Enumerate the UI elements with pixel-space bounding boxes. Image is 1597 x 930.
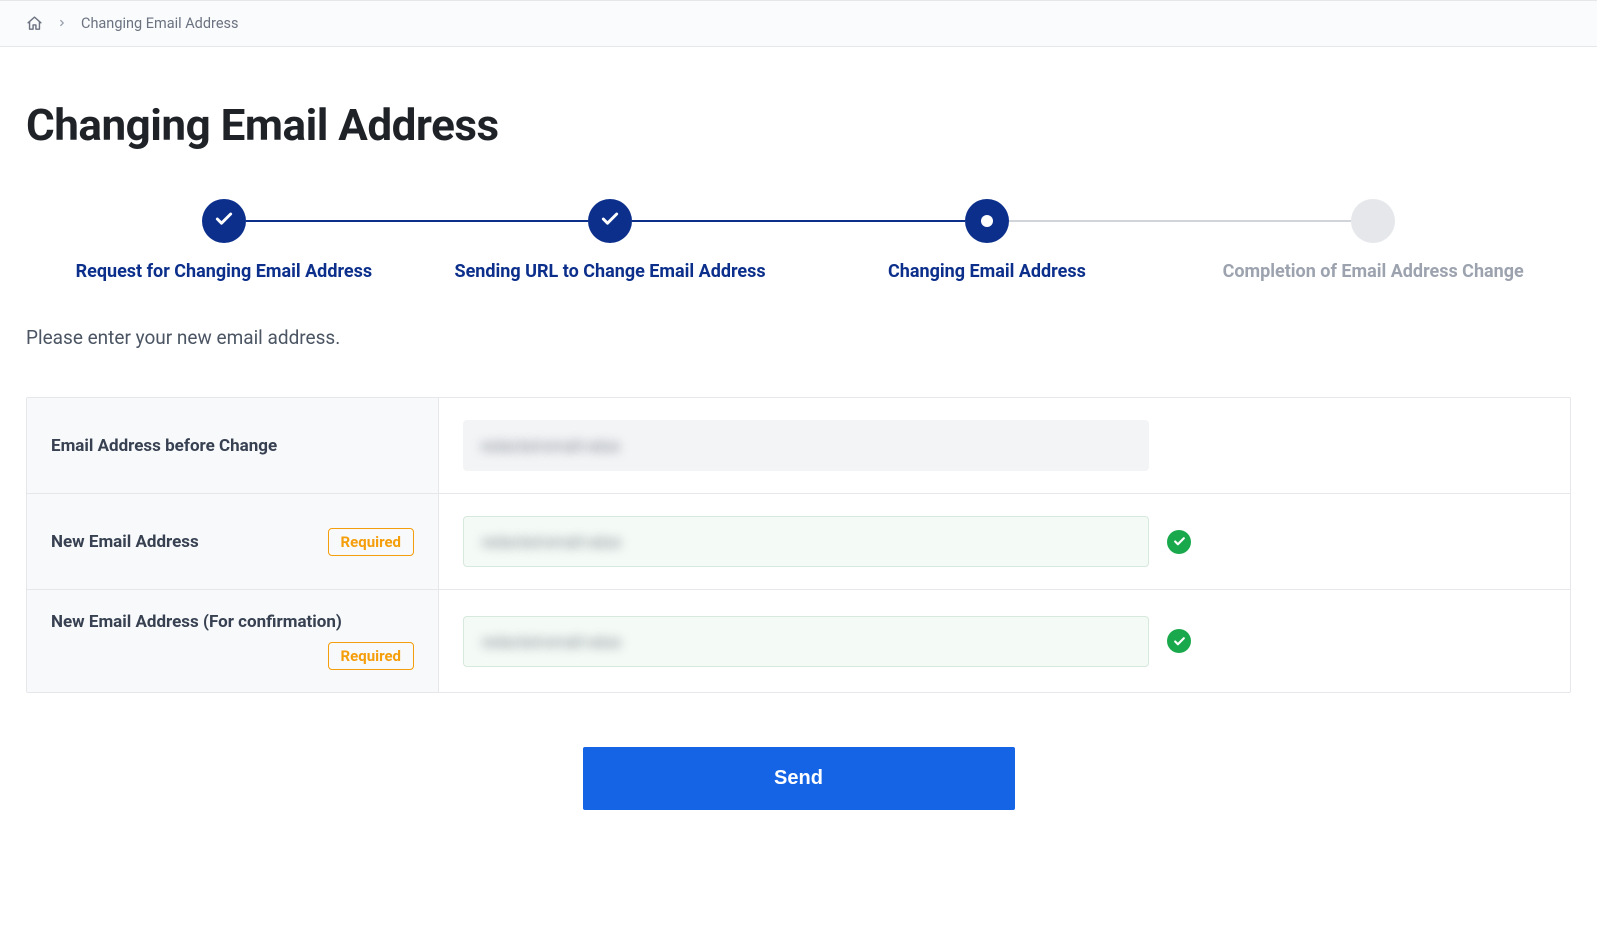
step-1: Request for Changing Email Address	[26, 199, 422, 282]
label-confirm-email: New Email Address (For confirmation)	[51, 612, 342, 632]
check-icon	[214, 209, 234, 233]
send-button[interactable]: Send	[583, 747, 1015, 810]
step-label: Request for Changing Email Address	[26, 261, 422, 282]
instruction-text: Please enter your new email address.	[26, 326, 1571, 349]
home-icon[interactable]	[26, 15, 43, 32]
chevron-right-icon	[57, 16, 67, 32]
label-email-before: Email Address before Change	[51, 436, 277, 456]
row-confirm-email: New Email Address (For confirmation) Req…	[27, 590, 1570, 692]
progress-stepper: Request for Changing Email Address Sendi…	[26, 199, 1571, 282]
step-2: Sending URL to Change Email Address	[422, 199, 799, 282]
required-badge: Required	[328, 642, 414, 670]
email-before-value: redacted-email-value	[463, 420, 1149, 471]
required-badge: Required	[328, 528, 414, 556]
step-bubble-current	[965, 199, 1009, 243]
row-new-email: New Email Address Required redacted-emai…	[27, 494, 1570, 590]
label-new-email: New Email Address	[51, 532, 199, 552]
confirm-email-input[interactable]: redacted-email-value	[463, 616, 1149, 667]
email-change-form: Email Address before Change redacted-ema…	[26, 397, 1571, 693]
step-label: Completion of Email Address Change	[1175, 261, 1571, 282]
row-email-before: Email Address before Change redacted-ema…	[27, 398, 1570, 494]
step-bubble-future	[1351, 199, 1395, 243]
breadcrumb-current: Changing Email Address	[81, 15, 238, 32]
step-bubble-done	[202, 199, 246, 243]
valid-check-icon	[1167, 629, 1191, 653]
new-email-input[interactable]: redacted-email-value	[463, 516, 1149, 567]
step-bubble-done	[588, 199, 632, 243]
check-icon	[600, 209, 620, 233]
step-4: Completion of Email Address Change	[1175, 199, 1571, 282]
step-label: Changing Email Address	[799, 261, 1176, 282]
step-3: Changing Email Address	[799, 199, 1176, 282]
valid-check-icon	[1167, 530, 1191, 554]
step-label: Sending URL to Change Email Address	[422, 261, 799, 282]
breadcrumb: Changing Email Address	[0, 0, 1597, 47]
page-title: Changing Email Address	[26, 99, 1571, 151]
dot-icon	[981, 215, 993, 227]
